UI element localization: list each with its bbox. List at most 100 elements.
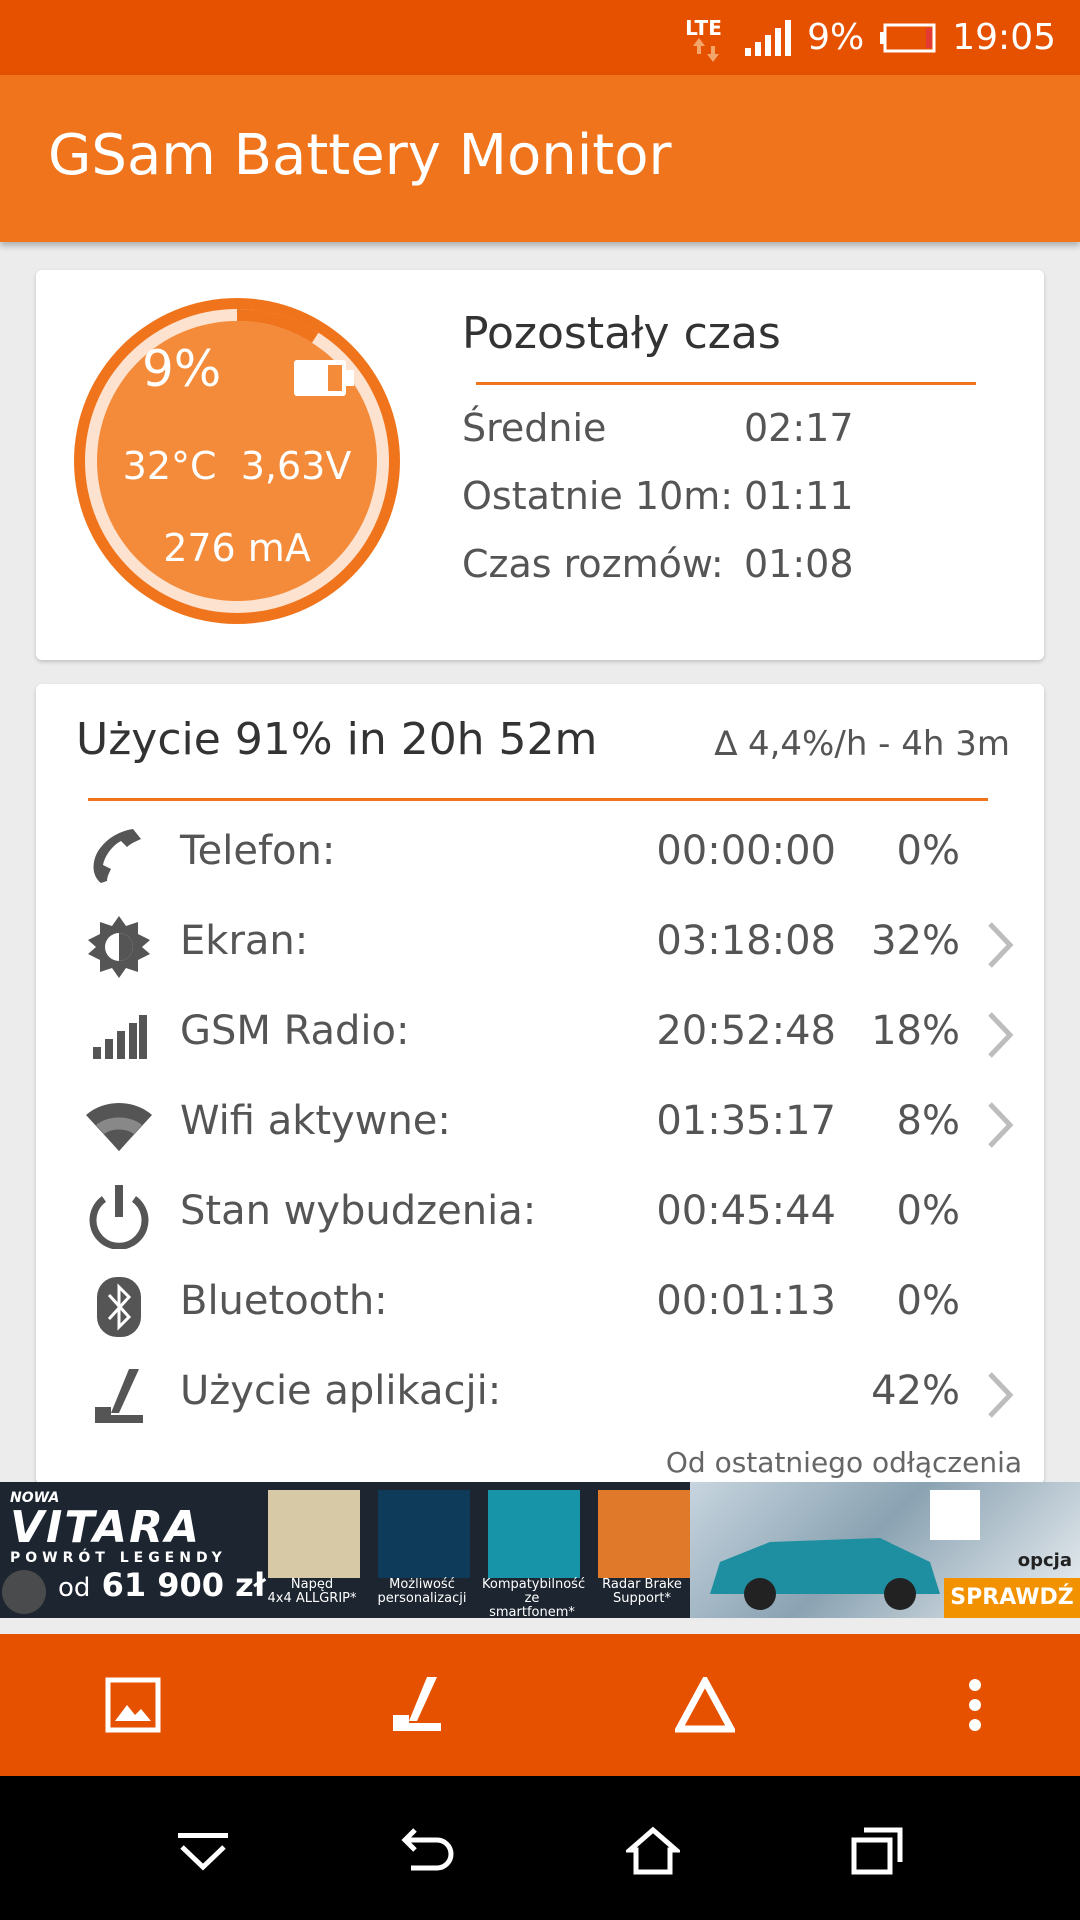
usage-label: Telefon: <box>180 828 336 874</box>
usage-label: Użycie aplikacji: <box>180 1368 502 1414</box>
battery-low-icon <box>880 23 936 52</box>
status-time: 19:05 <box>952 17 1056 58</box>
status-battery-percent: 9% <box>807 17 865 58</box>
delta-icon[interactable] <box>670 1670 740 1740</box>
chevron-right-icon[interactable] <box>984 920 1014 970</box>
ad-option-label: opcja <box>1017 1550 1072 1571</box>
remaining-value: 02:17 <box>744 406 854 450</box>
ad-banner[interactable]: NOWA VITARA POWRÓT LEGENDY od 61 900 zł … <box>0 1482 1080 1618</box>
usage-row-wifi[interactable]: Wifi aktywne: 01:35:17 8% <box>36 1080 1044 1170</box>
ad-price-value: 61 900 zł <box>101 1566 266 1604</box>
battery-icon <box>294 360 354 396</box>
back-icon[interactable] <box>394 1816 464 1886</box>
temp-voltage: 32°C 3,63V <box>72 444 402 488</box>
app-title: GSam Battery Monitor <box>48 123 672 188</box>
usage-title: Użycie 91% in 20h 52m <box>76 714 598 765</box>
remaining-label: Czas rozmów: <box>462 542 724 586</box>
remaining-value: 01:08 <box>744 542 854 586</box>
system-nav-bar <box>0 1776 1080 1920</box>
remaining-row: Średnie 02:17 <box>462 406 854 450</box>
wifi-icon <box>84 1092 154 1162</box>
remaining-row: Ostatnie 10m: 01:11 <box>462 474 854 518</box>
brightness-icon <box>84 912 154 982</box>
usage-time: 00:45:44 <box>656 1188 836 1234</box>
more-vert-icon[interactable] <box>940 1670 1010 1740</box>
chevron-right-icon[interactable] <box>984 1100 1014 1150</box>
usage-label: Bluetooth: <box>180 1278 388 1324</box>
usage-row-gsm-radio[interactable]: GSM Radio: 20:52:48 18% <box>36 990 1044 1080</box>
usage-label: GSM Radio: <box>180 1008 410 1054</box>
gauge-readouts: 9% 32°C 3,63V 276 mA <box>72 296 402 626</box>
app-usage-icon[interactable] <box>382 1670 452 1740</box>
usage-percent: 8% <box>896 1098 960 1144</box>
battery-current: 276 mA <box>163 526 311 570</box>
signal-icon <box>84 1002 154 1072</box>
ad-price-prefix: od <box>58 1573 91 1603</box>
remaining-time-title: Pozostały czas <box>462 308 781 359</box>
usage-percent: 32% <box>871 918 960 964</box>
usage-percent: 42% <box>871 1368 960 1414</box>
usage-delta: ∆ 4,4%/h - 4h 3m <box>714 724 1010 764</box>
usage-row-app-usage[interactable]: Użycie aplikacji: 42% <box>36 1350 1044 1440</box>
remaining-value: 01:11 <box>744 474 854 518</box>
usage-time: 20:52:48 <box>656 1008 836 1054</box>
usage-label: Stan wybudzenia: <box>180 1188 537 1234</box>
ad-feature-image <box>598 1490 690 1578</box>
usage-card: Użycie 91% in 20h 52m ∆ 4,4%/h - 4h 3m T… <box>36 684 1044 1484</box>
usage-row-phone[interactable]: Telefon: 00:00:00 0% <box>36 810 1044 900</box>
ad-feature-caption: Radar Brake Support* <box>602 1577 682 1606</box>
ad-feature-image <box>268 1490 360 1578</box>
usage-row-bluetooth[interactable]: Bluetooth: 00:01:13 0% <box>36 1260 1044 1350</box>
usage-time: 01:35:17 <box>656 1098 836 1144</box>
power-icon <box>84 1182 154 1252</box>
battery-gauge[interactable]: 9% 32°C 3,63V 276 mA <box>72 296 402 626</box>
ad-brand: NOWA VITARA POWRÓT LEGENDY <box>10 1490 227 1566</box>
battery-percent: 9% <box>142 340 222 398</box>
usage-percent: 0% <box>896 1188 960 1234</box>
lte-icon: LTE <box>685 10 729 66</box>
ad-logo <box>930 1490 980 1540</box>
usage-time: 00:00:00 <box>656 828 836 874</box>
remaining-label: Średnie <box>462 406 607 450</box>
app-bar: GSam Battery Monitor <box>0 75 1080 242</box>
home-icon[interactable] <box>618 1816 688 1886</box>
recents-icon[interactable] <box>842 1816 912 1886</box>
ad-feature-caption: Kompatybilność ze smartfonem* <box>482 1577 586 1619</box>
usage-percent: 18% <box>871 1008 960 1054</box>
usage-divider <box>88 798 988 801</box>
chevron-right-icon[interactable] <box>984 1370 1014 1420</box>
ad-feature-image <box>378 1490 470 1578</box>
usage-footnote: Od ostatniego odłączenia <box>665 1446 1022 1479</box>
usage-time: 00:01:13 <box>656 1278 836 1324</box>
usage-label: Wifi aktywne: <box>180 1098 451 1144</box>
battery-temperature: 32°C <box>122 444 217 488</box>
battery-summary-card[interactable]: 9% 32°C 3,63V 276 mA Pozostały czas Śred… <box>36 270 1044 660</box>
bluetooth-icon <box>84 1272 154 1342</box>
remaining-divider <box>476 382 976 385</box>
ad-tagline: POWRÓT LEGENDY <box>10 1550 227 1566</box>
remaining-row: Czas rozmów: 01:08 <box>462 542 854 586</box>
ad-feature-caption: Napęd 4x4 ALLGRIP* <box>267 1577 357 1606</box>
ad-info-icon[interactable] <box>2 1570 46 1614</box>
ad-cta-button[interactable]: SPRAWDŹ <box>944 1578 1080 1618</box>
bottom-action-bar <box>0 1634 1080 1776</box>
ad-feature-caption: Możliwość personalizacji <box>377 1577 467 1606</box>
image-icon[interactable] <box>98 1670 168 1740</box>
ad-feature-image <box>488 1490 580 1578</box>
notifications-down-icon[interactable] <box>168 1816 238 1886</box>
usage-percent: 0% <box>896 1278 960 1324</box>
usage-time: 03:18:08 <box>656 918 836 964</box>
usage-label: Ekran: <box>180 918 309 964</box>
usage-percent: 0% <box>896 828 960 874</box>
battery-voltage: 3,63V <box>240 444 352 488</box>
chevron-right-icon[interactable] <box>984 1010 1014 1060</box>
usage-row-screen[interactable]: Ekran: 03:18:08 32% <box>36 900 1044 990</box>
ad-price: od 61 900 zł <box>58 1566 266 1604</box>
phone-icon <box>84 822 154 892</box>
network-type: LTE <box>685 15 722 40</box>
remaining-label: Ostatnie 10m: <box>462 474 734 518</box>
ad-brand-name: VITARA <box>10 1502 202 1553</box>
status-icons: LTE 9% 19:05 <box>685 0 1056 75</box>
app-usage-icon <box>84 1362 154 1432</box>
usage-row-awake[interactable]: Stan wybudzenia: 00:45:44 0% <box>36 1170 1044 1260</box>
